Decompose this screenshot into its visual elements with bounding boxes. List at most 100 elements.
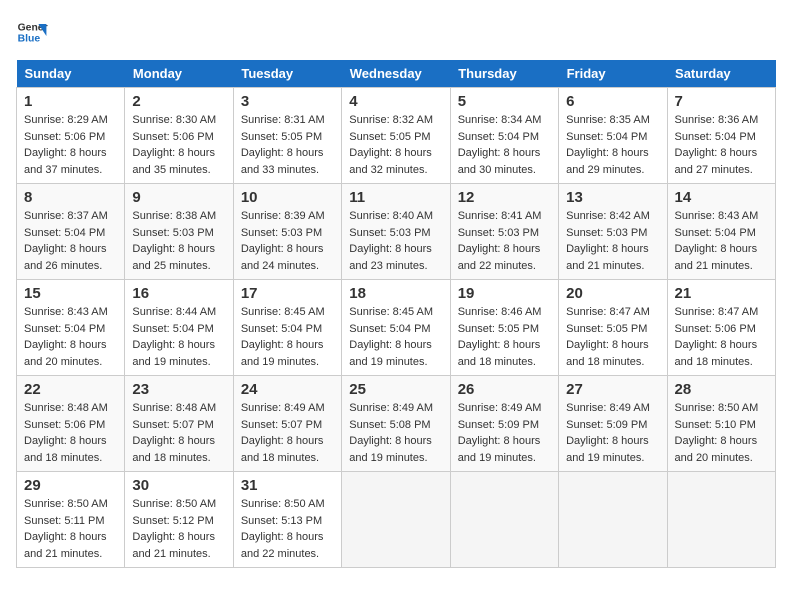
calendar-cell: 11 Sunrise: 8:40 AMSunset: 5:03 PMDayligh…	[342, 184, 450, 280]
calendar-cell: 6Sunrise: 8:35 AMSunset: 5:04 PMDaylight…	[559, 88, 667, 184]
day-info: Sunrise: 8:47 AMSunset: 5:05 PMDaylight:…	[566, 304, 659, 370]
calendar-cell: 14Sunrise: 8:43 AMSunset: 5:04 PMDayligh…	[667, 184, 775, 280]
calendar-cell: 21 Sunrise: 8:47 AMSunset: 5:06 PMDayligh…	[667, 280, 775, 376]
calendar-cell	[342, 472, 450, 568]
calendar-cell: 28 Sunrise: 8:50 AMSunset: 5:10 PMDayligh…	[667, 376, 775, 472]
calendar-cell: 18Sunrise: 8:45 AMSunset: 5:04 PMDayligh…	[342, 280, 450, 376]
day-number: 30	[132, 477, 225, 494]
calendar-cell: 17Sunrise: 8:45 AMSunset: 5:04 PMDayligh…	[233, 280, 341, 376]
calendar-cell	[667, 472, 775, 568]
day-number: 22	[24, 381, 117, 398]
calendar-cell: 4 Sunrise: 8:32 AMSunset: 5:05 PMDaylight…	[342, 88, 450, 184]
weekday-header-tuesday: Tuesday	[233, 60, 341, 88]
day-number: 24	[241, 381, 334, 398]
calendar-cell: 20Sunrise: 8:47 AMSunset: 5:05 PMDayligh…	[559, 280, 667, 376]
day-info: Sunrise: 8:45 AMSunset: 5:04 PMDaylight:…	[241, 304, 334, 370]
calendar-cell: 2 Sunrise: 8:30 AMSunset: 5:06 PMDaylight…	[125, 88, 233, 184]
day-info: Sunrise: 8:37 AMSunset: 5:04 PMDaylight:…	[24, 208, 117, 274]
weekday-header-thursday: Thursday	[450, 60, 558, 88]
day-number: 19	[458, 285, 551, 302]
day-info: Sunrise: 8:36 AMSunset: 5:04 PMDaylight:…	[675, 112, 768, 178]
day-info: Sunrise: 8:50 AMSunset: 5:12 PMDaylight:…	[132, 496, 225, 562]
calendar-cell: 16 Sunrise: 8:44 AMSunset: 5:04 PMDayligh…	[125, 280, 233, 376]
weekday-header-wednesday: Wednesday	[342, 60, 450, 88]
day-info: Sunrise: 8:31 AMSunset: 5:05 PMDaylight:…	[241, 112, 334, 178]
day-info: Sunrise: 8:39 AMSunset: 5:03 PMDaylight:…	[241, 208, 334, 274]
calendar-cell	[450, 472, 558, 568]
day-info: Sunrise: 8:46 AMSunset: 5:05 PMDaylight:…	[458, 304, 551, 370]
calendar-cell: 13Sunrise: 8:42 AMSunset: 5:03 PMDayligh…	[559, 184, 667, 280]
day-number: 21	[675, 285, 768, 302]
calendar-week-1: 1 Sunrise: 8:29 AMSunset: 5:06 PMDaylight…	[17, 88, 776, 184]
day-info: Sunrise: 8:43 AMSunset: 5:04 PMDaylight:…	[24, 304, 117, 370]
day-number: 2	[132, 93, 225, 110]
day-number: 14	[675, 189, 768, 206]
calendar-cell: 23 Sunrise: 8:48 AMSunset: 5:07 PMDayligh…	[125, 376, 233, 472]
day-info: Sunrise: 8:48 AMSunset: 5:06 PMDaylight:…	[24, 400, 117, 466]
day-info: Sunrise: 8:44 AMSunset: 5:04 PMDaylight:…	[132, 304, 225, 370]
day-info: Sunrise: 8:49 AMSunset: 5:07 PMDaylight:…	[241, 400, 334, 466]
day-info: Sunrise: 8:48 AMSunset: 5:07 PMDaylight:…	[132, 400, 225, 466]
day-number: 4	[349, 93, 442, 110]
calendar-cell: 29 Sunrise: 8:50 AMSunset: 5:11 PMDayligh…	[17, 472, 125, 568]
calendar-cell: 15 Sunrise: 8:43 AMSunset: 5:04 PMDayligh…	[17, 280, 125, 376]
calendar-cell: 1 Sunrise: 8:29 AMSunset: 5:06 PMDaylight…	[17, 88, 125, 184]
day-info: Sunrise: 8:30 AMSunset: 5:06 PMDaylight:…	[132, 112, 225, 178]
day-number: 10	[241, 189, 334, 206]
day-info: Sunrise: 8:41 AMSunset: 5:03 PMDaylight:…	[458, 208, 551, 274]
day-info: Sunrise: 8:32 AMSunset: 5:05 PMDaylight:…	[349, 112, 442, 178]
day-number: 16	[132, 285, 225, 302]
day-number: 28	[675, 381, 768, 398]
day-info: Sunrise: 8:50 AMSunset: 5:11 PMDaylight:…	[24, 496, 117, 562]
day-info: Sunrise: 8:50 AMSunset: 5:10 PMDaylight:…	[675, 400, 768, 466]
day-info: Sunrise: 8:49 AMSunset: 5:09 PMDaylight:…	[566, 400, 659, 466]
calendar-week-4: 22 Sunrise: 8:48 AMSunset: 5:06 PMDayligh…	[17, 376, 776, 472]
day-info: Sunrise: 8:42 AMSunset: 5:03 PMDaylight:…	[566, 208, 659, 274]
day-number: 3	[241, 93, 334, 110]
weekday-header-sunday: Sunday	[17, 60, 125, 88]
weekday-header-monday: Monday	[125, 60, 233, 88]
calendar-cell: 7 Sunrise: 8:36 AMSunset: 5:04 PMDaylight…	[667, 88, 775, 184]
day-number: 9	[132, 189, 225, 206]
day-number: 23	[132, 381, 225, 398]
day-number: 26	[458, 381, 551, 398]
day-number: 25	[349, 381, 442, 398]
day-number: 6	[566, 93, 659, 110]
day-info: Sunrise: 8:49 AMSunset: 5:08 PMDaylight:…	[349, 400, 442, 466]
day-info: Sunrise: 8:49 AMSunset: 5:09 PMDaylight:…	[458, 400, 551, 466]
day-number: 7	[675, 93, 768, 110]
calendar-cell: 31 Sunrise: 8:50 AMSunset: 5:13 PMDayligh…	[233, 472, 341, 568]
calendar-week-5: 29 Sunrise: 8:50 AMSunset: 5:11 PMDayligh…	[17, 472, 776, 568]
weekday-header-friday: Friday	[559, 60, 667, 88]
weekday-header-saturday: Saturday	[667, 60, 775, 88]
day-number: 11	[349, 189, 442, 206]
day-info: Sunrise: 8:50 AMSunset: 5:13 PMDaylight:…	[241, 496, 334, 562]
calendar-cell: 10 Sunrise: 8:39 AMSunset: 5:03 PMDayligh…	[233, 184, 341, 280]
day-number: 31	[241, 477, 334, 494]
calendar-cell: 25 Sunrise: 8:49 AMSunset: 5:08 PMDayligh…	[342, 376, 450, 472]
day-info: Sunrise: 8:45 AMSunset: 5:04 PMDaylight:…	[349, 304, 442, 370]
calendar-cell: 26 Sunrise: 8:49 AMSunset: 5:09 PMDayligh…	[450, 376, 558, 472]
day-info: Sunrise: 8:29 AMSunset: 5:06 PMDaylight:…	[24, 112, 117, 178]
calendar-cell: 5Sunrise: 8:34 AMSunset: 5:04 PMDaylight…	[450, 88, 558, 184]
calendar-table: SundayMondayTuesdayWednesdayThursdayFrid…	[16, 60, 776, 568]
day-number: 1	[24, 93, 117, 110]
calendar-cell: 30 Sunrise: 8:50 AMSunset: 5:12 PMDayligh…	[125, 472, 233, 568]
calendar-cell: 27 Sunrise: 8:49 AMSunset: 5:09 PMDayligh…	[559, 376, 667, 472]
logo: General Blue	[16, 16, 48, 48]
calendar-week-2: 8 Sunrise: 8:37 AMSunset: 5:04 PMDaylight…	[17, 184, 776, 280]
day-number: 29	[24, 477, 117, 494]
day-number: 27	[566, 381, 659, 398]
calendar-cell: 24 Sunrise: 8:49 AMSunset: 5:07 PMDayligh…	[233, 376, 341, 472]
day-number: 15	[24, 285, 117, 302]
page-header: General Blue	[16, 16, 776, 48]
calendar-cell	[559, 472, 667, 568]
calendar-cell: 19 Sunrise: 8:46 AMSunset: 5:05 PMDayligh…	[450, 280, 558, 376]
calendar-week-3: 15 Sunrise: 8:43 AMSunset: 5:04 PMDayligh…	[17, 280, 776, 376]
day-number: 12	[458, 189, 551, 206]
day-info: Sunrise: 8:40 AMSunset: 5:03 PMDaylight:…	[349, 208, 442, 274]
calendar-cell: 3 Sunrise: 8:31 AMSunset: 5:05 PMDaylight…	[233, 88, 341, 184]
day-info: Sunrise: 8:47 AMSunset: 5:06 PMDaylight:…	[675, 304, 768, 370]
day-number: 5	[458, 93, 551, 110]
day-number: 8	[24, 189, 117, 206]
